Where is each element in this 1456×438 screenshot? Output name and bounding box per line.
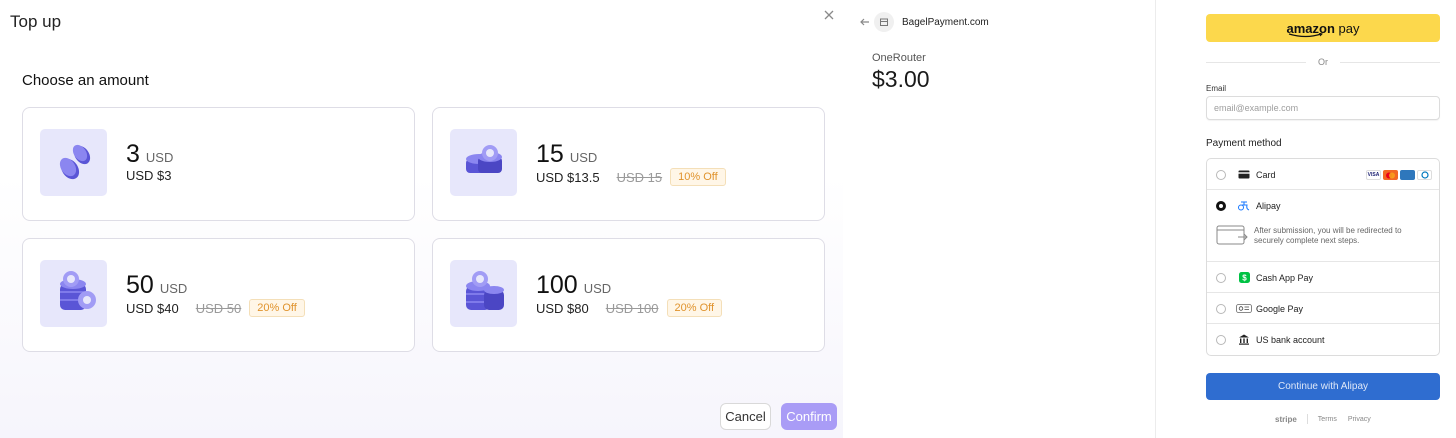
amount-card-50[interactable]: 50 USD USD $40 USD 50 20% Off: [22, 238, 415, 352]
mastercard-icon: [1383, 170, 1398, 180]
amount-value: 15: [536, 140, 564, 168]
google-pay-icon: [1236, 303, 1252, 314]
payment-method-label: Payment method: [1206, 138, 1282, 149]
close-icon[interactable]: [820, 6, 838, 24]
card-brands: VISA: [1366, 170, 1432, 180]
payment-option-bank[interactable]: US bank account: [1207, 324, 1439, 355]
payment-option-card[interactable]: Card VISA: [1207, 159, 1439, 190]
amount-card-15[interactable]: 15 USD USD $13.5 USD 15 10% Off: [432, 107, 825, 221]
payment-option-google-pay[interactable]: Google Pay: [1207, 293, 1439, 324]
payment-option-name: Alipay: [1256, 201, 1281, 211]
email-field[interactable]: [1206, 96, 1440, 120]
amount-unit: USD: [569, 150, 598, 165]
payment-option-name: Card: [1256, 170, 1276, 180]
payment-form: amazon pay Or Email Payment method Card …: [1155, 0, 1456, 438]
coin-stack-icon: [40, 260, 107, 327]
continue-with-alipay-button[interactable]: Continue with Alipay: [1206, 373, 1440, 400]
checkout-summary: BagelPayment.com OneRouter $3.00: [843, 0, 1155, 438]
confirm-button[interactable]: Confirm: [781, 403, 837, 430]
section-title: Choose an amount: [22, 72, 149, 89]
radio-google-pay[interactable]: [1216, 304, 1226, 314]
price-value: USD $3: [126, 168, 172, 183]
or-divider: Or: [1206, 56, 1440, 68]
coin-stack-icon: [450, 260, 517, 327]
price-value: USD $80: [536, 300, 589, 316]
alipay-note-text: After submission, you will be redirected…: [1254, 226, 1402, 245]
amount-card-3[interactable]: 3 USD USD $3: [22, 107, 415, 221]
coin-icon: [40, 129, 107, 196]
payment-option-cash-app[interactable]: $ Cash App Pay: [1207, 262, 1439, 293]
merchant-name: BagelPayment.com: [902, 17, 989, 28]
amount-value: 3: [126, 140, 140, 168]
product-name: OneRouter: [872, 52, 926, 64]
payment-option-name: Google Pay: [1256, 304, 1304, 314]
radio-card[interactable]: [1216, 170, 1226, 180]
amount-unit: USD: [145, 150, 174, 165]
redirect-icon: [1216, 225, 1248, 245]
back-arrow-icon[interactable]: [858, 15, 872, 29]
store-icon: [874, 12, 894, 32]
amex-icon: [1400, 170, 1415, 180]
radio-alipay[interactable]: [1216, 201, 1226, 211]
payment-option-alipay[interactable]: Alipay: [1207, 190, 1439, 221]
total-amount: $3.00: [872, 66, 930, 92]
cash-app-icon: $: [1238, 272, 1250, 283]
price-value: USD $40: [126, 300, 179, 316]
payment-method-list: Card VISA Alipay After submission, you w…: [1206, 158, 1440, 356]
coin-stack-icon: [450, 129, 517, 196]
amount-unit: USD: [159, 281, 188, 296]
card-icon: [1238, 169, 1250, 180]
amount-value: 50: [126, 271, 154, 299]
alipay-redirect-note: After submission, you will be redirected…: [1207, 221, 1439, 262]
bank-icon: [1238, 334, 1250, 345]
stripe-logo: stripe: [1275, 414, 1297, 424]
amount-card-100[interactable]: 100 USD USD $80 USD 100 20% Off: [432, 238, 825, 352]
original-price: USD 50: [195, 300, 242, 316]
visa-icon: VISA: [1366, 170, 1381, 180]
amount-unit: USD: [583, 281, 612, 296]
svg-text:$: $: [1242, 274, 1247, 283]
terms-link[interactable]: Terms: [1318, 416, 1337, 423]
radio-cash-app[interactable]: [1216, 273, 1226, 283]
alipay-icon: [1238, 200, 1250, 211]
dialog-title: Top up: [10, 12, 62, 31]
topup-dialog: Top up Choose an amount 3 USD USD $3 15 …: [0, 0, 843, 438]
discount-badge: 10% Off: [670, 168, 726, 186]
original-price: USD 100: [605, 300, 659, 316]
email-label: Email: [1206, 84, 1227, 93]
price-value: USD $13.5: [536, 169, 600, 185]
amount-value: 100: [536, 271, 578, 299]
payment-footer: stripe Terms Privacy: [1275, 414, 1382, 424]
amazon-pay-logo: amazon pay: [1286, 20, 1360, 37]
privacy-link[interactable]: Privacy: [1348, 416, 1371, 423]
payment-option-name: US bank account: [1256, 335, 1325, 345]
discount-badge: 20% Off: [666, 299, 723, 317]
diners-icon: [1417, 170, 1432, 180]
amazon-pay-button[interactable]: amazon pay: [1206, 14, 1440, 42]
original-price: USD 15: [616, 169, 663, 185]
discount-badge: 20% Off: [249, 299, 305, 317]
radio-bank[interactable]: [1216, 335, 1226, 345]
payment-option-name: Cash App Pay: [1256, 273, 1314, 283]
cancel-button[interactable]: Cancel: [720, 403, 771, 430]
